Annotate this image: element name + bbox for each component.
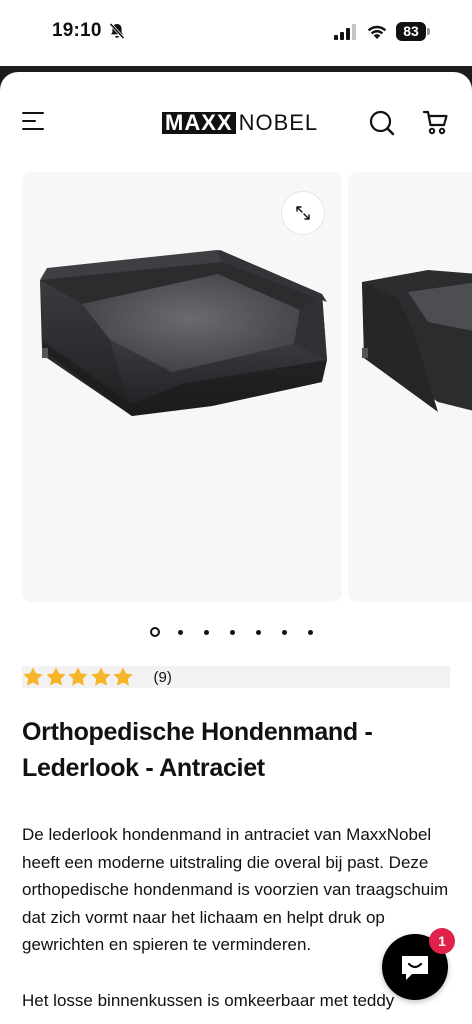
- product-image-next[interactable]: [348, 172, 472, 602]
- gallery-dot[interactable]: [308, 629, 313, 635]
- battery-indicator: 83: [396, 22, 432, 41]
- product-gallery[interactable]: [22, 172, 472, 602]
- brand-logo[interactable]: MAXX NOBEL: [162, 110, 318, 136]
- star-icon: [113, 667, 133, 686]
- description-paragraph: De lederlook hondenmand in antraciet van…: [22, 825, 449, 955]
- status-time: 19:10: [52, 20, 102, 41]
- status-bar: 19:10 83: [0, 0, 472, 66]
- cart-icon[interactable]: [422, 108, 450, 136]
- battery-level: 83: [396, 22, 426, 41]
- gallery-pagination[interactable]: [150, 626, 334, 638]
- dog-bed-image-partial: [362, 270, 472, 412]
- product-image-main[interactable]: [22, 172, 342, 602]
- logo-bold-text: MAXX: [162, 112, 236, 134]
- cellular-signal-icon: [334, 24, 356, 40]
- expand-icon: [296, 206, 310, 220]
- product-description: De lederlook hondenmand in antraciet van…: [22, 821, 452, 1024]
- star-rating: [22, 666, 135, 688]
- battery-cap: [427, 28, 430, 35]
- gallery-dot-active[interactable]: [150, 627, 160, 637]
- review-count[interactable]: (9): [154, 669, 172, 686]
- star-icon: [23, 667, 43, 686]
- gallery-dot[interactable]: [178, 629, 183, 635]
- dog-bed-image: [40, 250, 327, 416]
- search-icon[interactable]: [368, 109, 396, 137]
- expand-image-button[interactable]: [281, 191, 325, 235]
- chat-bubble-icon: [402, 956, 428, 980]
- star-icon: [90, 667, 111, 686]
- menu-icon[interactable]: [22, 112, 48, 134]
- description-paragraph: Het losse binnenkussen is omkeerbaar met…: [22, 990, 395, 1010]
- gallery-dot[interactable]: [256, 629, 261, 635]
- star-icon: [68, 667, 88, 686]
- gallery-dot[interactable]: [204, 629, 209, 635]
- gallery-dot[interactable]: [282, 629, 287, 635]
- page-sheet: MAXX NOBEL (9) Orthopedische Hondenmand …: [0, 72, 472, 1024]
- rating-row[interactable]: (9): [22, 666, 450, 688]
- gallery-dot[interactable]: [230, 629, 235, 635]
- bell-slash-icon: [109, 22, 125, 40]
- star-icon: [45, 667, 66, 686]
- wifi-icon: [367, 25, 387, 39]
- logo-light-text: NOBEL: [238, 110, 319, 135]
- product-title: Orthopedische Hondenmand - Lederlook - A…: [22, 718, 373, 782]
- chat-notification-badge: 1: [429, 928, 455, 954]
